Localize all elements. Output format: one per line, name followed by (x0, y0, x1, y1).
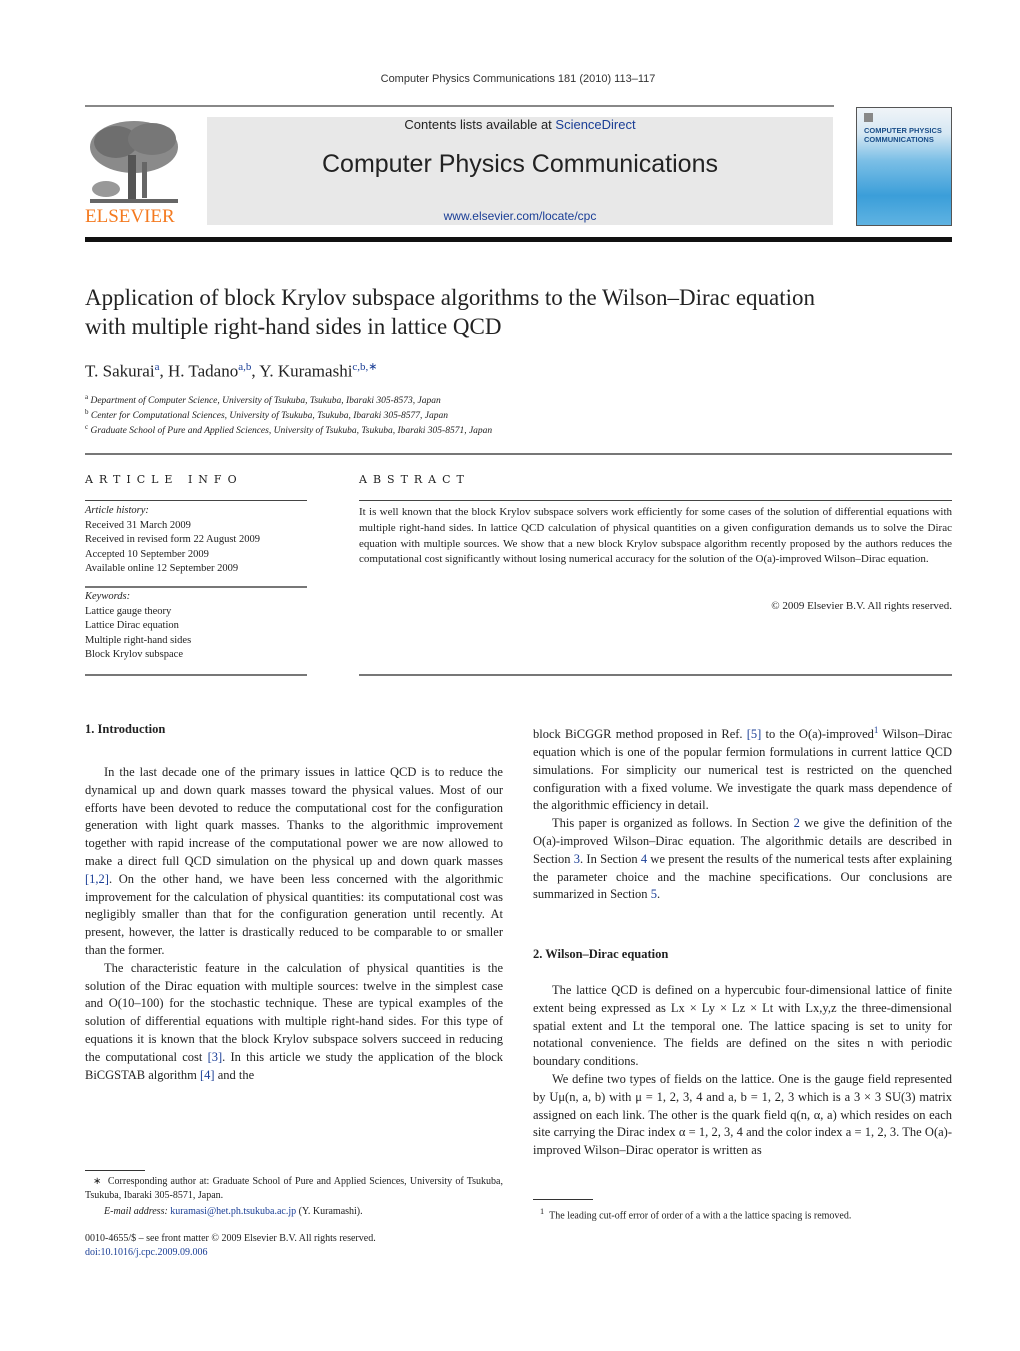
paragraph: We define two types of fields on the lat… (533, 1071, 952, 1158)
keywords-label: Keywords: (85, 591, 131, 602)
article-info-heading: ARTICLE INFO (85, 473, 243, 486)
affiliation-key: a (85, 393, 89, 401)
footnote-text: ∗ Corresponding author at: Graduate Scho… (85, 1175, 503, 1203)
journal-url-link[interactable]: www.elsevier.com/locate/cpc (207, 209, 833, 223)
article-history-label: Article history: (85, 505, 149, 516)
paragraph: block BiCGGR method proposed in Ref. [5]… (533, 722, 952, 815)
header-rule (85, 237, 952, 242)
affiliation: c Graduate School of Pure and Applied Sc… (85, 423, 492, 436)
divider (359, 500, 952, 501)
history-item: Accepted 10 September 2009 (85, 548, 209, 560)
email-label: E-mail address: (104, 1206, 171, 1217)
history-item: Received in revised form 22 August 2009 (85, 534, 260, 545)
citation-link[interactable]: [5] (747, 727, 762, 741)
running-head: Computer Physics Communications 181 (201… (380, 73, 656, 85)
abstract-copyright: © 2009 Elsevier B.V. All rights reserved… (771, 600, 952, 612)
contents-available: Contents lists available at ScienceDirec… (207, 117, 833, 132)
author-affil-sup[interactable]: a,b (238, 361, 251, 373)
text-run: In the last decade one of the primary is… (85, 765, 503, 868)
text-run: This paper is organized as follows. In S… (552, 816, 794, 831)
text-run: Corresponding author at: Graduate School… (85, 1176, 504, 1201)
text-run: . On the other hand, we have been less c… (85, 871, 503, 957)
text-run: and the (214, 1067, 255, 1082)
citation-link[interactable]: [3] (208, 1050, 223, 1064)
article-history: Article history: Received 31 March 2009 … (85, 504, 260, 577)
right-column: block BiCGGR method proposed in Ref. [5]… (533, 722, 952, 904)
history-item: Received 31 March 2009 (85, 519, 191, 531)
section-heading-introduction: 1. Introduction (85, 722, 166, 736)
title-line1: Application of block Krylov subspace alg… (85, 285, 816, 310)
doi-link[interactable]: doi:10.1016/j.cpc.2009.09.006 (85, 1246, 208, 1260)
article-title: Application of block Krylov subspace alg… (85, 283, 965, 341)
keyword: Lattice gauge theory (85, 605, 172, 617)
text-run: The characteristic feature in the calcul… (85, 960, 503, 1064)
contents-prefix: Contents lists available at (404, 117, 556, 132)
elsevier-logo-text: ELSEVIER (85, 206, 175, 227)
citation-link[interactable]: [4] (200, 1068, 215, 1082)
affiliation-key: b (85, 408, 89, 416)
cover-title-line2: COMMUNICATIONS (864, 135, 934, 144)
journal-title: Computer Physics Communications (322, 150, 718, 178)
text-run: to the O(a)-improved (761, 727, 874, 742)
sciencedirect-link[interactable]: ScienceDirect (555, 117, 635, 132)
affiliation: b Center for Computational Sciences, Uni… (85, 408, 448, 421)
divider (85, 500, 307, 501)
footnote-marker: 1 (540, 1207, 545, 1216)
cover-title-line1: COMPUTER PHYSICS (864, 126, 942, 135)
elsevier-tree-logo-icon (86, 117, 182, 207)
footnote-marker: ∗ (93, 1176, 102, 1187)
abstract-text: It is well known that the block Krylov s… (359, 506, 952, 566)
affiliation-text: Department of Computer Science, Universi… (90, 396, 441, 407)
author-affil-sup[interactable]: a (155, 361, 160, 373)
author-list: T. Sakuraia, H. Tadanoa,b, Y. Kuramashic… (85, 361, 378, 381)
paragraph: The characteristic feature in the calcul… (85, 960, 503, 1085)
footnote-rule (533, 1199, 593, 1200)
author-affil-sup[interactable]: c,b,∗ (352, 361, 377, 373)
wilson-dirac-body: The lattice QCD is defined on a hypercub… (533, 982, 952, 1160)
text-run: (Y. Kuramashi). (296, 1206, 363, 1217)
affiliation-text: Center for Computational Sciences, Unive… (90, 411, 448, 422)
keyword: Multiple right-hand sides (85, 634, 192, 646)
text-run: . (656, 887, 661, 902)
affiliation: a Department of Computer Science, Univer… (85, 393, 441, 406)
issn-line: 0010-4655/$ – see front matter © 2009 El… (85, 1233, 376, 1244)
email-link[interactable]: kuramasi@het.ph.tsukuba.ac.jp (170, 1206, 296, 1217)
keyword: Lattice Dirac equation (85, 620, 179, 631)
abstract-heading: ABSTRACT (359, 473, 470, 486)
author-name: Y. Kuramashi (259, 361, 353, 381)
text-run: block BiCGGR method proposed in Ref. (533, 727, 747, 742)
keywords: Keywords: Lattice gauge theory Lattice D… (85, 590, 191, 663)
citation-link[interactable]: [1,2] (85, 872, 109, 886)
left-column: In the last decade one of the primary is… (85, 764, 503, 1084)
affiliation-text: Graduate School of Pure and Applied Scie… (90, 426, 493, 437)
cover-logo-icon (864, 113, 873, 122)
keyword: Block Krylov subspace (85, 649, 183, 660)
divider (85, 586, 307, 588)
corresponding-author-footnote: ∗ Corresponding author at: Graduate Scho… (85, 1175, 503, 1219)
paragraph: In the last decade one of the primary is… (85, 764, 503, 960)
divider (85, 674, 307, 676)
title-line2: with multiple right-hand sides in lattic… (85, 314, 502, 339)
paragraph: The lattice QCD is defined on a hypercub… (533, 983, 952, 1069)
footnote-rule (85, 1170, 145, 1171)
journal-banner: Contents lists available at ScienceDirec… (207, 117, 833, 225)
paragraph: This paper is organized as follows. In S… (533, 815, 952, 904)
email-line: E-mail address: kuramasi@het.ph.tsukuba.… (85, 1205, 503, 1219)
footnote-text: The leading cut-off error of order of a … (549, 1210, 852, 1222)
affiliation-key: c (85, 423, 89, 431)
history-item: Available online 12 September 2009 (85, 563, 239, 574)
footnote-1: 1 The leading cut-off error of order of … (540, 1205, 950, 1223)
text-run: . In Section (580, 851, 641, 866)
divider (359, 674, 952, 676)
author-name: H. Tadano (167, 361, 239, 381)
top-rule (85, 105, 834, 107)
author-name: T. Sakurai (85, 361, 155, 381)
cover-title: COMPUTER PHYSICS COMMUNICATIONS (864, 126, 942, 144)
journal-cover-image: COMPUTER PHYSICS COMMUNICATIONS (856, 107, 952, 226)
section-rule (85, 453, 952, 455)
section-heading-wilson-dirac: 2. Wilson–Dirac equation (533, 947, 669, 961)
